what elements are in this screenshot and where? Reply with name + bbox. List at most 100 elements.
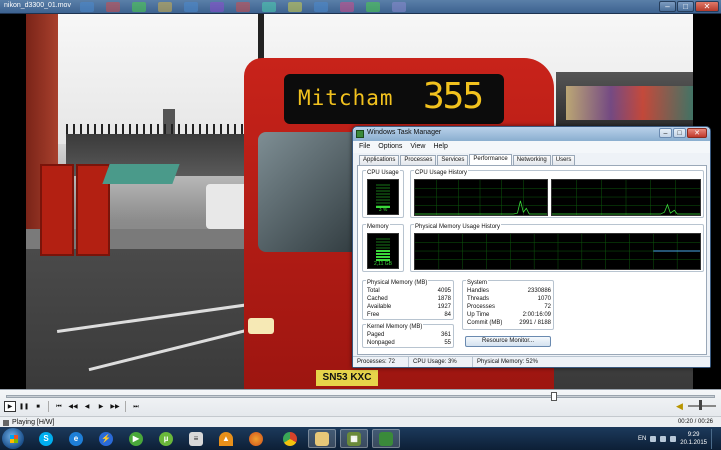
taskbar-explorer[interactable] [308,429,336,448]
fast-forward-button[interactable]: ▶▶ [109,401,121,412]
cpu-gauge-bars [376,184,390,208]
tab-processes[interactable]: Processes [400,155,437,165]
status-physical-memory: Physical Memory: 52% [477,359,539,365]
resource-monitor-button[interactable]: Resource Monitor... [465,336,551,347]
player-titlebar[interactable]: nikon_d3300_01.mov – □ ✕ [0,0,721,14]
cpu-usage-group: CPU Usage 3 % [362,170,404,218]
taskbar-document-app[interactable]: ≡ [182,429,210,448]
stat-value: 2330886 [527,288,551,294]
next-button[interactable]: ⏭ [130,401,142,412]
taskbar-utorrent[interactable]: µ [152,429,180,448]
memory-gauge-bars [376,238,390,262]
system-label: System [466,280,489,286]
stat-value: 2991 / 8188 [519,320,551,326]
tray-icon[interactable] [650,435,657,442]
language-indicator[interactable]: EN [638,436,646,442]
stat-value: 55 [444,340,451,346]
stat-name: Handles [467,288,490,294]
taskbar-vlc[interactable]: ▲ [212,429,240,448]
minimize-button[interactable]: – [659,128,672,138]
volume-thumb[interactable] [699,400,702,410]
tab-users[interactable]: Users [551,155,576,165]
bus-route-number: 355 [423,76,484,117]
task-manager-statusbar: Processes: 72 CPU Usage: 3% Physical Mem… [353,356,710,367]
stat-name: Processes [467,304,496,310]
close-button[interactable]: ✕ [687,128,707,138]
bolt-icon: ⚡ [99,431,113,446]
playback-time: 00:20 / 00:26 [677,419,713,425]
stat-value: 361 [440,332,451,338]
cpu-usage-label: CPU Usage [366,170,400,176]
graffiti [566,86,693,120]
seek-thumb[interactable] [551,392,558,401]
task-manager-window-controls: – □ ✕ [659,128,707,138]
stat-row: Cached 1878 [367,295,451,303]
clock[interactable]: 9:29 20.1.2015 [680,431,707,447]
menu-bar: File Options View Help [353,141,710,153]
chrome-icon [283,431,297,446]
clock-time: 9:29 [687,431,700,438]
volume-slider[interactable] [688,405,716,407]
previous-button[interactable]: ⏮ [53,401,65,412]
pause-button[interactable]: ❚❚ [18,401,30,412]
ghost-icon [288,2,302,12]
menu-file[interactable]: File [359,141,370,153]
task-manager-window: Windows Task Manager – □ ✕ File Options … [352,126,711,368]
minimize-button[interactable]: – [659,1,676,12]
play-button[interactable]: ▶ [4,401,16,412]
traffic-cone-icon: ▲ [219,431,233,446]
stat-row: Total 4095 [367,287,451,295]
stat-name: Total [367,288,380,294]
stat-row: Processes 72 [467,303,551,311]
start-button[interactable] [2,428,24,449]
network-icon[interactable] [660,435,667,442]
transport-buttons: ▶ ❚❚ ■ ⏮ ◀◀ ◀ ▶ ▶▶ ⏭ [4,401,142,412]
ghost-icon [80,2,94,12]
menu-options[interactable]: Options [378,141,402,153]
cpu-usage-gauge: 3 % [367,179,399,215]
ghost-icon [262,2,276,12]
menu-view[interactable]: View [410,141,425,153]
taskbar-video-app[interactable]: ▦ [340,429,368,448]
playback-status: Playing [H/W] [12,419,55,426]
play-icon: ▶ [129,431,143,446]
taskbar-app-blue[interactable]: ⚡ [92,429,120,448]
close-button[interactable]: ✕ [695,1,719,12]
document-icon: ≡ [189,431,203,446]
taskbar-chrome[interactable] [276,429,304,448]
stat-row: Handles 2330886 [467,287,551,295]
task-manager-icon [356,130,364,138]
stat-value: 1070 [537,296,551,302]
system-group: System Handles 2330886 Threads 1070 Proces… [462,280,554,330]
tab-applications[interactable]: Applications [359,155,400,165]
seek-bar[interactable] [6,392,715,401]
tab-performance[interactable]: Performance [469,154,512,165]
taskbar-media-player[interactable]: ▶ [122,429,150,448]
bus-headlight [248,318,274,334]
utorrent-icon: µ [159,431,173,446]
physical-memory-stats: Total 4095 Cached 1878 Available 1927 Free 8… [367,287,451,319]
task-manager-titlebar[interactable]: Windows Task Manager – □ ✕ [353,127,710,141]
maximize-button[interactable]: □ [677,1,694,12]
kernel-memory-label: Kernel Memory (MB) [366,324,424,330]
menu-help[interactable]: Help [433,141,447,153]
stop-button[interactable]: ■ [32,401,44,412]
taskbar-internet-explorer[interactable]: e [62,429,90,448]
tab-services[interactable]: Services [437,155,469,165]
volume-icon[interactable] [670,435,677,442]
tab-networking[interactable]: Networking [512,155,551,165]
stat-value: 2:00:16:09 [522,312,551,318]
step-back-button[interactable]: ◀ [81,401,93,412]
taskbar-task-manager[interactable] [372,429,400,448]
taskbar-skype[interactable]: S [32,429,60,448]
speaker-icon[interactable]: ◀ [676,401,683,412]
show-desktop-button[interactable] [711,428,717,449]
step-forward-button[interactable]: ▶ [95,401,107,412]
memory-history-group: Physical Memory Usage History [410,224,704,272]
cpu-usage-value: 3 % [378,207,388,213]
taskbar-firefox[interactable] [242,429,270,448]
ghost-icon [366,2,380,12]
rewind-button[interactable]: ◀◀ [67,401,79,412]
bus-destination: Mitcham [298,86,394,110]
maximize-button[interactable]: □ [673,128,686,138]
